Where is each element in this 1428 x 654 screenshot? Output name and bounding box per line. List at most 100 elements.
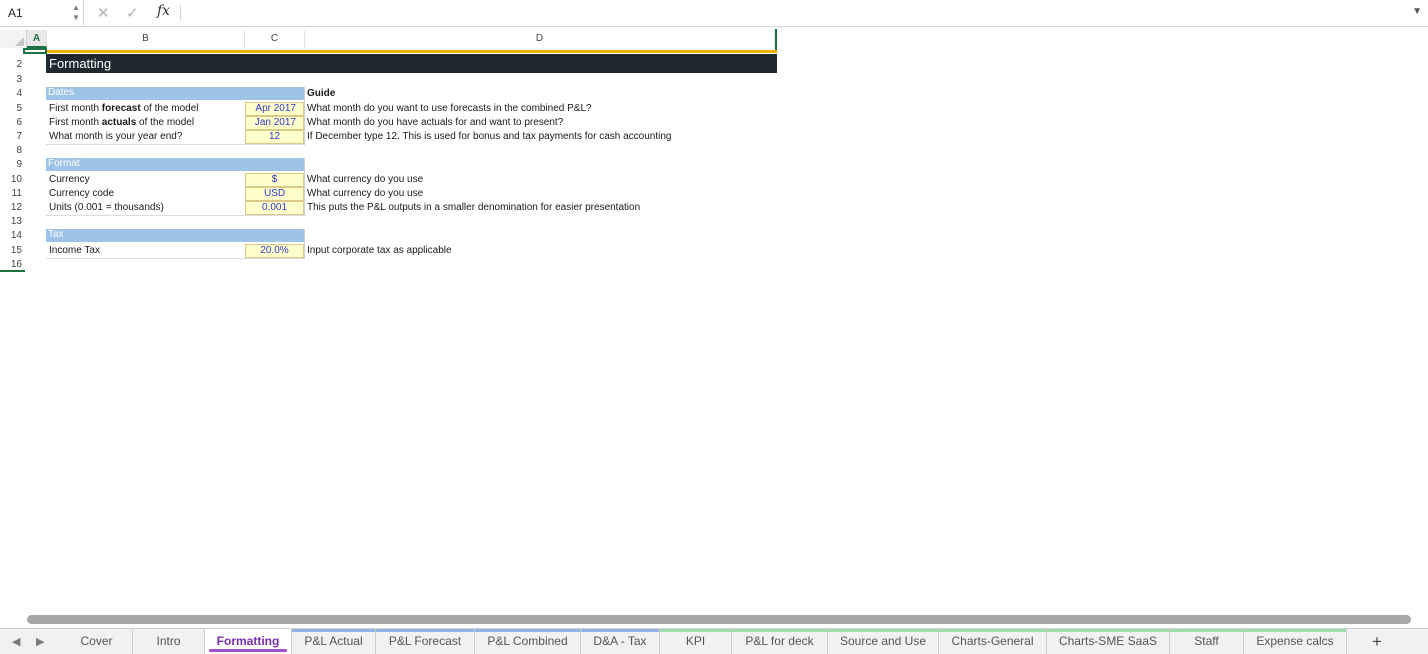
section-bottom-border [46,144,304,145]
row-header[interactable]: 14 [0,230,22,241]
column-edge-marker [775,29,777,50]
tab-label: Source and Use [839,634,927,648]
row-header[interactable]: 7 [0,131,22,142]
guide-divider [304,87,305,145]
chevron-down-icon[interactable]: ▼ [1412,6,1422,17]
tab-label: P&L for deck [745,634,814,648]
tab-staff[interactable]: Staff [1170,629,1244,654]
select-all-corner[interactable] [0,30,27,48]
tab-charts-general[interactable]: Charts-General [939,629,1047,654]
income-tax-label[interactable]: Income Tax [49,245,100,256]
tab-color-strip [292,629,375,632]
formula-bar: A1 ▲ ▼ ✕ ✓ fx ▼ [0,0,1428,27]
guide-divider [304,229,305,259]
tab-color-strip [475,629,580,632]
tab-pl-combined[interactable]: P&L Combined [475,629,581,654]
tab-label: Expense calcs [1256,634,1334,648]
currency-code-label[interactable]: Currency code [49,188,114,199]
confirm-icon[interactable]: ✓ [126,4,139,22]
currency-guide[interactable]: What currency do you use [307,174,423,185]
income-tax-guide[interactable]: Input corporate tax as applicable [307,245,452,256]
tab-intro[interactable]: Intro [133,629,205,654]
row-header[interactable]: 13 [0,216,22,227]
active-tab-indicator [209,649,287,652]
income-tax-input[interactable]: 20.0% [245,244,304,258]
units-label[interactable]: Units (0.001 = thousands) [49,202,164,213]
cancel-icon[interactable]: ✕ [97,4,110,22]
tab-formatting[interactable]: Formatting [205,629,292,654]
row-header[interactable]: 9 [0,159,22,170]
row-header[interactable]: 5 [0,103,22,114]
row-header[interactable]: 2 [0,59,22,70]
forecast-label-prefix: First month [49,103,102,114]
column-header-a[interactable]: A [27,30,47,48]
section-label: Dates [48,87,75,98]
row-header[interactable]: 4 [0,88,22,99]
tab-label: D&A - Tax [593,634,647,648]
year-end-input[interactable]: 12 [245,130,304,144]
row-header[interactable]: 8 [0,145,22,156]
column-header-d[interactable]: D [305,30,775,48]
title-band[interactable]: Formatting [46,54,777,73]
name-box-stepper-icon[interactable]: ▲ ▼ [71,3,81,23]
tab-label: P&L Combined [487,634,568,648]
tab-label: Formatting [216,634,280,648]
tab-label: Charts-SME SaaS [1058,634,1158,648]
selected-cell-a1[interactable] [23,48,47,54]
section-header-tax[interactable]: Tax [46,229,304,242]
tab-kpi[interactable]: KPI [660,629,732,654]
name-box[interactable]: A1 ▲ ▼ [0,0,84,26]
actuals-month-guide[interactable]: What month do you have actuals for and w… [307,117,563,128]
row-header[interactable]: 16 [0,259,22,270]
currency-label[interactable]: Currency [49,174,90,185]
section-header-format[interactable]: Format [46,158,304,171]
row-header[interactable]: 3 [0,74,22,85]
section-header-dates[interactable]: Dates [46,87,304,100]
row-header[interactable]: 11 [0,188,22,199]
column-header-c[interactable]: C [245,30,305,48]
horizontal-scrollbar[interactable] [27,615,1411,624]
currency-input[interactable]: $ [245,173,304,187]
row-header[interactable]: 15 [0,245,22,256]
tab-expense-calcs[interactable]: Expense calcs [1244,629,1347,654]
year-end-guide[interactable]: If December type 12. This is used for bo… [307,131,671,142]
tab-label: P&L Forecast [388,634,462,648]
forecast-month-label[interactable]: First month forecast of the model [49,103,199,114]
section-bottom-border [46,215,304,216]
year-end-label[interactable]: What month is your year end? [49,131,182,142]
select-all-icon[interactable] [15,37,24,46]
actuals-month-label[interactable]: First month actuals of the model [49,117,194,128]
tab-cover[interactable]: Cover [61,629,133,654]
units-input[interactable]: 0.001 [245,201,304,215]
actuals-label-bold: actuals [101,117,137,128]
tab-color-strip [1170,629,1243,632]
column-headers: A B C D [0,30,780,48]
cell-reference[interactable]: A1 [8,6,23,20]
tab-color-strip [1047,629,1169,632]
tab-color-strip [1244,629,1346,632]
tab-da-tax[interactable]: D&A - Tax [581,629,660,654]
function-icon[interactable]: fx [157,3,170,19]
column-header-b[interactable]: B [47,30,245,48]
section-label: Tax [48,229,64,240]
currency-code-input[interactable]: USD [245,187,304,201]
tab-pl-actual[interactable]: P&L Actual [292,629,376,654]
tab-source-and-use[interactable]: Source and Use [828,629,939,654]
tab-color-strip [732,629,827,632]
forecast-month-input[interactable]: Apr 2017 [245,102,304,116]
actuals-month-input[interactable]: Jan 2017 [245,116,304,130]
tab-charts-sme-saas[interactable]: Charts-SME SaaS [1047,629,1170,654]
row-header[interactable]: 12 [0,202,22,213]
forecast-label-bold: forecast [101,103,141,114]
row-header[interactable]: 10 [0,174,22,185]
forecast-month-guide[interactable]: What month do you want to use forecasts … [307,103,592,114]
add-sheet-button[interactable]: + [1362,631,1392,653]
scroll-tabs-right-icon[interactable]: ▶ [36,635,44,648]
row-header[interactable]: 6 [0,117,22,128]
guide-header[interactable]: Guide [307,88,335,99]
tab-pl-for-deck[interactable]: P&L for deck [732,629,828,654]
currency-code-guide[interactable]: What currency do you use [307,188,423,199]
tab-pl-forecast[interactable]: P&L Forecast [376,629,475,654]
scroll-tabs-left-icon[interactable]: ◀ [12,635,20,648]
units-guide[interactable]: This puts the P&L outputs in a smaller d… [307,202,640,213]
